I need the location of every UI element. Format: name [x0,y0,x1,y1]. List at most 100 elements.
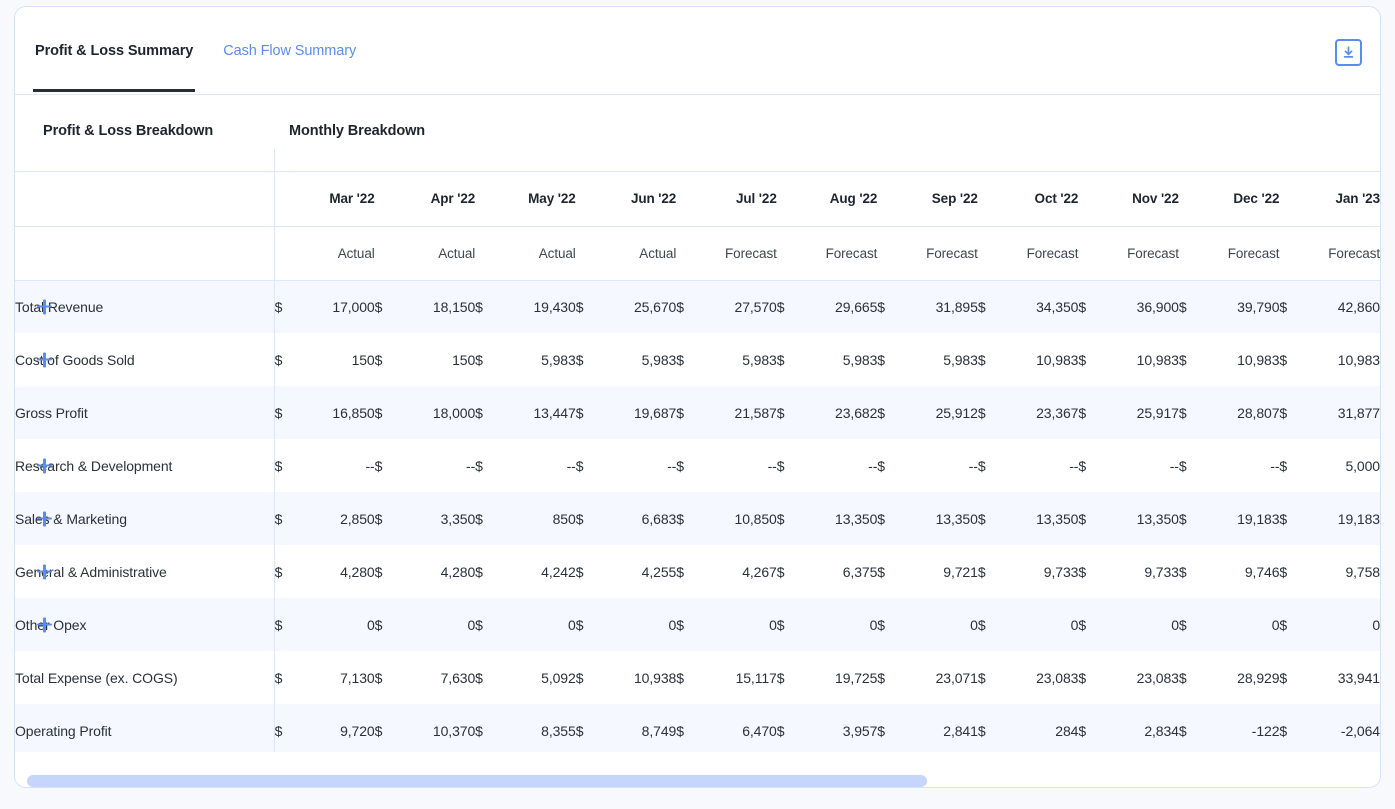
cell-value: 28,929 [1237,670,1279,686]
currency-symbol: $ [475,670,483,686]
currency-symbol: $ [978,352,986,368]
data-cell: $19,183 [1179,492,1280,545]
cell-value: 10,983 [1338,352,1380,368]
currency-symbol: $ [1179,352,1187,368]
data-cell: $13,350 [1078,492,1179,545]
cell-value: -122 [1252,723,1280,739]
data-cell: $6,470 [676,704,777,752]
currency-symbol: $ [978,617,986,633]
cell-value: 0 [669,617,677,633]
expand-row-plus-icon[interactable] [37,564,52,579]
profit-and-loss-breakdown-title: Profit & Loss Breakdown [43,123,213,139]
data-cell: $15,117 [676,651,777,704]
currency-symbol: $ [777,511,785,527]
horizontal-scrollbar[interactable] [15,775,1380,787]
cell-value: 29,665 [835,299,877,315]
currency-symbol: $ [978,299,986,315]
cell-value: 21,587 [735,405,777,421]
data-cell: $2,841 [877,704,978,752]
currency-symbol: $ [676,299,684,315]
cell-value: 0 [1272,617,1280,633]
data-cell: $19,183 [1279,492,1380,545]
tab-cash-flow-summary[interactable]: Cash Flow Summary [221,43,358,92]
currency-symbol: $ [275,299,283,315]
currency-symbol: $ [576,405,584,421]
column-header-month: Jun '22 [576,172,677,226]
column-header-month: Jan '23 [1279,172,1380,226]
data-cell: $0 [475,598,576,651]
expand-row-plus-icon[interactable] [37,511,52,526]
cell-value: 13,350 [1137,511,1179,527]
cell-value: 25,912 [936,405,978,421]
tab-profit-and-loss-summary[interactable]: Profit & Loss Summary [33,43,195,92]
cell-value: 31,895 [936,299,978,315]
data-cell: $4,280 [375,545,476,598]
column-header-type: Actual [576,226,677,280]
row-label-text: Total Revenue [15,299,103,315]
cell-value: 0 [769,617,777,633]
data-cell: $-- [576,439,677,492]
download-button[interactable] [1335,39,1362,66]
currency-symbol: $ [978,405,986,421]
cell-value: 10,850 [735,511,777,527]
expand-row-plus-icon[interactable] [37,352,52,367]
currency-symbol: $ [475,511,483,527]
column-header-month: Oct '22 [978,172,1079,226]
data-cell: $-- [274,439,375,492]
currency-symbol: $ [1279,723,1287,739]
expand-row-plus-icon[interactable] [37,458,52,473]
scrollbar-thumb[interactable] [27,775,927,787]
currency-symbol: $ [576,723,584,739]
cell-value: 28,807 [1237,405,1279,421]
expand-row-plus-icon[interactable] [37,299,52,314]
row-label-cell: Gross Profit [15,386,274,439]
data-cell: $25,917 [1078,386,1179,439]
column-header-type: Forecast [877,226,978,280]
cell-value: 10,938 [634,670,676,686]
currency-symbol: $ [275,670,283,686]
cell-value: 0 [1171,617,1179,633]
column-header-type: Forecast [1179,226,1280,280]
cell-value: 13,350 [835,511,877,527]
table-row: Operating Profit$9,720$10,370$8,355$8,74… [15,704,1380,752]
data-cell: $17,000 [274,280,375,333]
data-cell: $13,350 [978,492,1079,545]
data-cell: $34,350 [978,280,1079,333]
data-cell: $42,860 [1279,280,1380,333]
data-cell: $13,350 [877,492,978,545]
cell-value: 9,758 [1345,564,1380,580]
currency-symbol: $ [475,723,483,739]
data-cell: $10,983 [978,333,1079,386]
currency-symbol: $ [676,511,684,527]
cell-value: -- [466,458,475,474]
data-cell: $-2,064 [1279,704,1380,752]
data-cell: $16,850 [274,386,375,439]
cell-value: 25,917 [1137,405,1179,421]
expand-row-plus-icon[interactable] [37,617,52,632]
currency-symbol: $ [275,723,283,739]
currency-symbol: $ [1179,299,1187,315]
cell-value: 150 [352,352,375,368]
cell-value: -- [1270,458,1279,474]
data-cell: $-- [777,439,878,492]
currency-symbol: $ [1279,564,1287,580]
monthly-breakdown-title: Monthly Breakdown [289,123,425,139]
data-cell: $10,983 [1078,333,1179,386]
cell-value: 25,670 [634,299,676,315]
data-cell: $10,983 [1179,333,1280,386]
currency-symbol: $ [375,511,383,527]
cell-value: -- [667,458,676,474]
currency-symbol: $ [676,670,684,686]
cell-value: 10,983 [1036,352,1078,368]
currency-symbol: $ [978,670,986,686]
currency-symbol: $ [475,405,483,421]
currency-symbol: $ [475,299,483,315]
currency-symbol: $ [877,352,885,368]
data-cell: $39,790 [1179,280,1280,333]
download-icon [1341,45,1356,60]
cell-value: 6,375 [843,564,878,580]
column-header-month: Aug '22 [777,172,878,226]
currency-symbol: $ [1078,723,1086,739]
row-label-text: Sales & Marketing [15,511,127,527]
currency-symbol: $ [877,564,885,580]
